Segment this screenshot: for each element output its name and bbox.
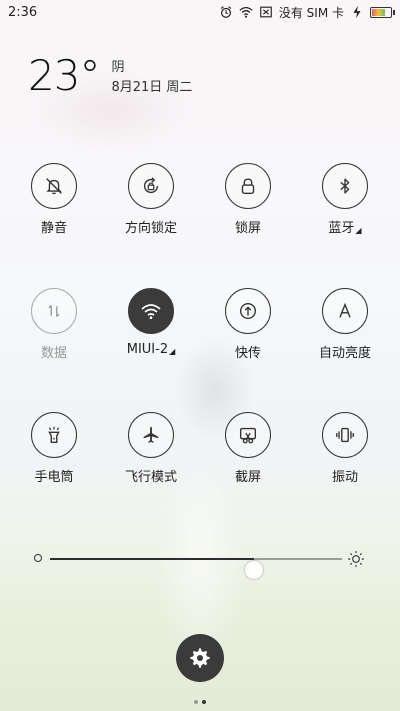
toggle-label: 自动亮度 [318, 346, 371, 361]
toggle-label: 手电筒 [34, 470, 74, 485]
toggle-label: MIUI-2◢ [103, 342, 199, 357]
rotation-lock-icon [143, 177, 159, 194]
bluetooth-button[interactable] [322, 163, 368, 209]
more-options-indicator[interactable]: ◢ [355, 226, 361, 235]
toggle-label: 方向锁定 [124, 221, 177, 236]
battery-icon [370, 6, 395, 18]
airplane-button[interactable] [128, 412, 174, 458]
data-button[interactable] [31, 288, 77, 334]
lock-icon [241, 178, 255, 195]
weather-condition: 阴 [111, 60, 125, 75]
bluetooth-icon [340, 178, 350, 194]
toggle-label: 数据 [40, 346, 67, 361]
brightness-low-icon [34, 554, 42, 562]
data-arrows-icon [48, 305, 60, 317]
toggle-quick-transfer[interactable]: 快传 [200, 288, 296, 361]
toggle-rotation-lock[interactable]: 方向锁定 [103, 163, 199, 236]
status-icons: 没有 SIM 卡 [219, 4, 395, 21]
screenshot-icon [239, 427, 257, 444]
toggle-label: 振动 [331, 470, 358, 485]
bluetooth-label: 蓝牙 [328, 221, 355, 236]
toggle-airplane[interactable]: 飞行模式 [103, 412, 199, 485]
toggle-label: 蓝牙◢ [297, 217, 393, 236]
toggle-vibrate[interactable]: 振动 [297, 412, 393, 485]
toggle-lock-screen[interactable]: 锁屏 [200, 163, 296, 236]
no-sim-icon [260, 6, 272, 18]
toggle-mute[interactable]: 静音 [6, 163, 102, 236]
bell-off-icon [46, 178, 62, 195]
rotation-lock-button[interactable] [128, 163, 174, 209]
airplane-icon [143, 426, 159, 443]
settings-button[interactable] [176, 634, 224, 682]
mute-button[interactable] [31, 163, 77, 209]
toggle-screenshot[interactable]: 截屏 [200, 412, 296, 485]
temperature: 23° [28, 51, 100, 100]
alarm-icon [220, 6, 232, 18]
toggle-label: 截屏 [234, 470, 261, 485]
toggle-label: 飞行模式 [124, 470, 177, 485]
toggle-wifi[interactable]: MIUI-2◢ [103, 288, 199, 357]
auto-brightness-button[interactable] [322, 288, 368, 334]
vibrate-button[interactable] [322, 412, 368, 458]
toggle-label: 快传 [234, 346, 261, 361]
flashlight-icon [48, 426, 60, 444]
gear-icon [190, 648, 210, 668]
quick-transfer-button[interactable] [225, 288, 271, 334]
auto-brightness-icon [339, 302, 351, 318]
toggle-bluetooth[interactable]: 蓝牙◢ [297, 163, 393, 236]
charging-icon [353, 5, 361, 19]
status-bar: 2:36 没有 SIM 卡 [0, 0, 400, 24]
status-time: 2:36 [8, 4, 38, 20]
toggle-auto-brightness[interactable]: 自动亮度 [297, 288, 393, 361]
weather-date: 8月21日 周二 [111, 80, 193, 95]
brightness-track[interactable] [50, 558, 342, 579]
wifi-icon [141, 304, 161, 319]
toggle-label: 锁屏 [234, 221, 261, 236]
vibrate-icon [336, 427, 354, 443]
brightness-slider[interactable] [34, 547, 366, 579]
carrier-text: 没有 SIM 卡 [278, 5, 344, 20]
page-dot-active [202, 700, 206, 704]
flashlight-button[interactable] [31, 412, 77, 458]
wifi-button[interactable] [128, 288, 174, 334]
more-options-indicator[interactable]: ◢ [169, 347, 175, 356]
lock-screen-button[interactable] [225, 163, 271, 209]
page-dot [194, 700, 198, 704]
toggle-data[interactable]: 数据 [6, 288, 102, 361]
page-indicator [0, 689, 400, 708]
brightness-track-fill [50, 558, 255, 560]
brightness-high-icon [348, 551, 364, 567]
weather-widget[interactable]: 23° 阴 8月21日 周二 [28, 52, 192, 100]
brightness-thumb[interactable] [245, 561, 264, 579]
toggle-flashlight[interactable]: 手电筒 [6, 412, 102, 485]
quick-transfer-icon [239, 302, 257, 320]
wifi-status-icon [239, 6, 253, 18]
wifi-label: MIUI-2 [126, 342, 169, 357]
toggle-label: 静音 [40, 221, 67, 236]
screenshot-button[interactable] [225, 412, 271, 458]
